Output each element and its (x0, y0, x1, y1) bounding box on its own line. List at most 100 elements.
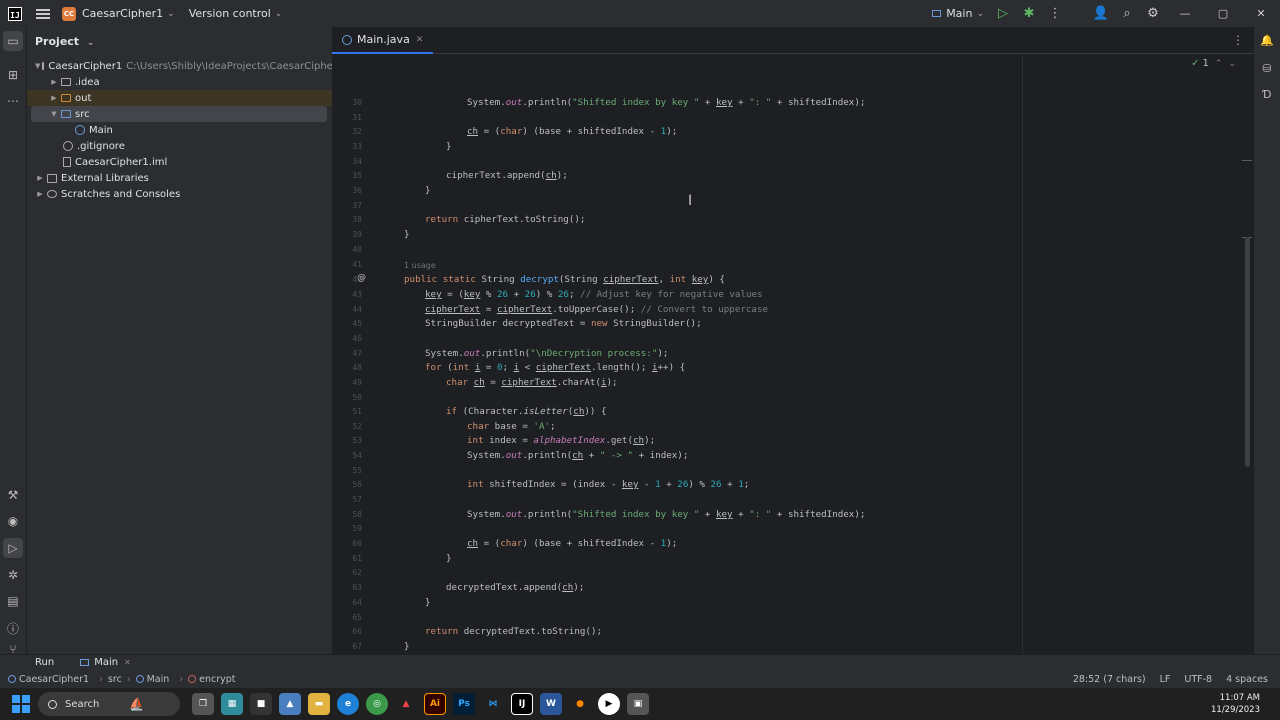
ai-assistant-icon[interactable]: Ɗ (1258, 85, 1276, 103)
breadcrumb-class[interactable]: Main (135, 674, 175, 685)
build-hammer-icon[interactable]: ⚒ (3, 485, 23, 505)
word-icon[interactable]: W (540, 693, 562, 715)
problems-icon[interactable]: ⓘ (3, 618, 23, 638)
app-icon[interactable]: ▣ (627, 693, 649, 715)
chrome-browser-icon[interactable]: ◎ (366, 693, 388, 715)
notifications-bell-icon[interactable]: 🔔 (1258, 31, 1276, 49)
line-separator[interactable]: LF (1160, 674, 1171, 685)
breadcrumb-method[interactable]: encrypt (188, 674, 240, 685)
tree-item-out[interactable]: ▶ out (27, 90, 332, 106)
close-window-button[interactable]: ✕ (1242, 0, 1280, 27)
run-tool-label[interactable]: Run (35, 657, 54, 668)
tab-main-java[interactable]: Main.java ✕ (332, 27, 434, 54)
file-encoding[interactable]: UTF-8 (1184, 674, 1212, 685)
code-line: int shiftedIndex = (index - key - 1 + 26… (467, 479, 750, 490)
illustrator-icon[interactable]: Ai (424, 693, 446, 715)
project-tool-folder-icon[interactable]: ▭ (3, 31, 23, 51)
check-icon: ✓ (1191, 58, 1200, 69)
more-tools-icon[interactable]: ⋯ (3, 91, 23, 111)
breadcrumb-src[interactable]: src (108, 674, 122, 685)
app-icon[interactable]: ● (569, 693, 591, 715)
chevron-right-icon[interactable]: ▶ (49, 78, 59, 86)
add-user-icon[interactable]: 👤 (1088, 0, 1114, 27)
caret-position[interactable]: 28:52 (7 chars) (1073, 674, 1146, 685)
tree-item-scratches[interactable]: ▶ Scratches and Consoles (27, 186, 332, 202)
photoshop-icon[interactable]: Ps (453, 693, 475, 715)
code-editor[interactable]: Main.java ✕ ⋮ ✓ 1 ⌃ ⌄ 30 31 32 33 34 35 36 37 38… (332, 27, 1254, 654)
chevron-down-icon[interactable]: ▼ (49, 110, 59, 118)
photos-icon[interactable]: ▲ (279, 693, 301, 715)
services-icon[interactable]: ◉ (3, 511, 23, 531)
widgets-icon[interactable]: ▦ (221, 693, 243, 715)
tree-item-idea[interactable]: ▶ .idea (27, 74, 332, 90)
tree-item-src[interactable]: ▼ src (31, 106, 327, 122)
task-view-icon[interactable]: ❐ (192, 693, 214, 715)
clock-time: 11:07 AM (1219, 693, 1260, 703)
tab-label: Main.java (357, 33, 410, 46)
run-tool-icon[interactable]: ▷ (3, 538, 23, 558)
code-line: int index = alphabetIndex.get(ch); (467, 435, 656, 446)
tree-item-label: CaesarCipher1.iml (75, 156, 168, 168)
code-line: if (Character.isLetter(ch)) { (446, 406, 607, 417)
settings-gear-icon[interactable]: ⚙ (1140, 0, 1166, 27)
java-class-icon (75, 125, 85, 135)
override-marker-icon[interactable]: @ (357, 273, 366, 283)
minimize-button[interactable]: — (1166, 0, 1204, 27)
chevron-down-icon[interactable]: ⌄ (1228, 59, 1236, 69)
windows-start-icon[interactable] (12, 695, 30, 713)
chevron-right-icon[interactable]: ▶ (35, 174, 45, 182)
code-area[interactable]: System.out.println("Shifted index by key… (332, 55, 1022, 654)
chevron-down-icon: ⌄ (976, 8, 984, 19)
run-icon[interactable]: ▷ (990, 0, 1016, 27)
terminal-icon[interactable]: ▤ (3, 591, 23, 611)
app-icon[interactable]: ■ (250, 693, 272, 715)
taskbar-search[interactable]: Search ⛵ (38, 692, 180, 716)
method-icon (188, 674, 197, 683)
debug-icon[interactable]: ✱ (1016, 0, 1042, 27)
tree-item-main[interactable]: Main (27, 122, 332, 138)
run-config-selector[interactable]: Main ⌄ (932, 0, 984, 27)
search-icon[interactable]: ⌕ (1114, 0, 1140, 27)
maximize-button[interactable]: ▢ (1204, 0, 1242, 27)
chevron-up-icon[interactable]: ⌃ (1215, 59, 1223, 69)
editor-tab-bar: Main.java ✕ ⋮ (332, 27, 1254, 54)
vcs-selector[interactable]: Version control ⌄ (189, 0, 283, 27)
app-config-icon (80, 659, 90, 666)
tree-item-gitignore[interactable]: .gitignore (27, 138, 332, 154)
tree-item-root[interactable]: ▼ CaesarCipher1 C:\Users\Shibly\IdeaProj… (27, 58, 343, 74)
structure-icon[interactable]: ⊞ (3, 65, 23, 85)
tree-item-label: External Libraries (61, 172, 149, 184)
more-actions-icon[interactable]: ⋮ (1042, 0, 1068, 27)
project-panel-header[interactable]: Project ⌄ (35, 35, 94, 48)
vscode-icon[interactable]: ⋈ (482, 693, 504, 715)
module-folder-icon (42, 62, 45, 70)
tree-item-iml[interactable]: CaesarCipher1.iml (27, 154, 332, 170)
chevron-right-icon[interactable]: ▶ (49, 94, 59, 102)
editor-scrollbar[interactable] (1245, 237, 1250, 467)
media-player-icon[interactable]: ▶ (598, 693, 620, 715)
breadcrumb-separator-icon: › (99, 673, 103, 685)
close-tab-icon[interactable]: ✕ (124, 658, 131, 667)
database-icon[interactable]: ⛁ (1258, 59, 1276, 77)
tab-options-icon[interactable]: ⋮ (1232, 33, 1244, 47)
chevron-right-icon[interactable]: ▶ (35, 190, 45, 198)
close-tab-icon[interactable]: ✕ (416, 35, 424, 45)
taskbar-clock[interactable]: 11:07 AM 11/29/2023 (1211, 692, 1260, 716)
edge-browser-icon[interactable]: e (337, 693, 359, 715)
indent-setting[interactable]: 4 spaces (1226, 674, 1268, 685)
app-icon[interactable]: ▲ (395, 693, 417, 715)
usage-hint[interactable]: 1 usage (404, 261, 436, 270)
scroll-marker (1242, 160, 1252, 161)
chevron-down-icon[interactable]: ▼ (35, 62, 40, 70)
file-explorer-icon[interactable]: ▬ (308, 693, 330, 715)
breadcrumb-project[interactable]: CaesarCipher1 (8, 674, 94, 685)
git-icon[interactable]: ⑂ (3, 642, 23, 656)
tree-item-label: .gitignore (77, 140, 125, 152)
debug-bug-icon[interactable]: ✲ (3, 565, 23, 585)
run-tab-main[interactable]: Main ✕ (80, 657, 131, 668)
main-menu-icon[interactable] (36, 8, 50, 19)
inspection-widget[interactable]: ✓ 1 ⌃ ⌄ (1191, 58, 1236, 69)
intellij-taskbar-icon[interactable]: IJ (511, 693, 533, 715)
project-selector[interactable]: CaesarCipher1 ⌄ (82, 0, 175, 27)
tree-item-external-libraries[interactable]: ▶ External Libraries (27, 170, 332, 186)
